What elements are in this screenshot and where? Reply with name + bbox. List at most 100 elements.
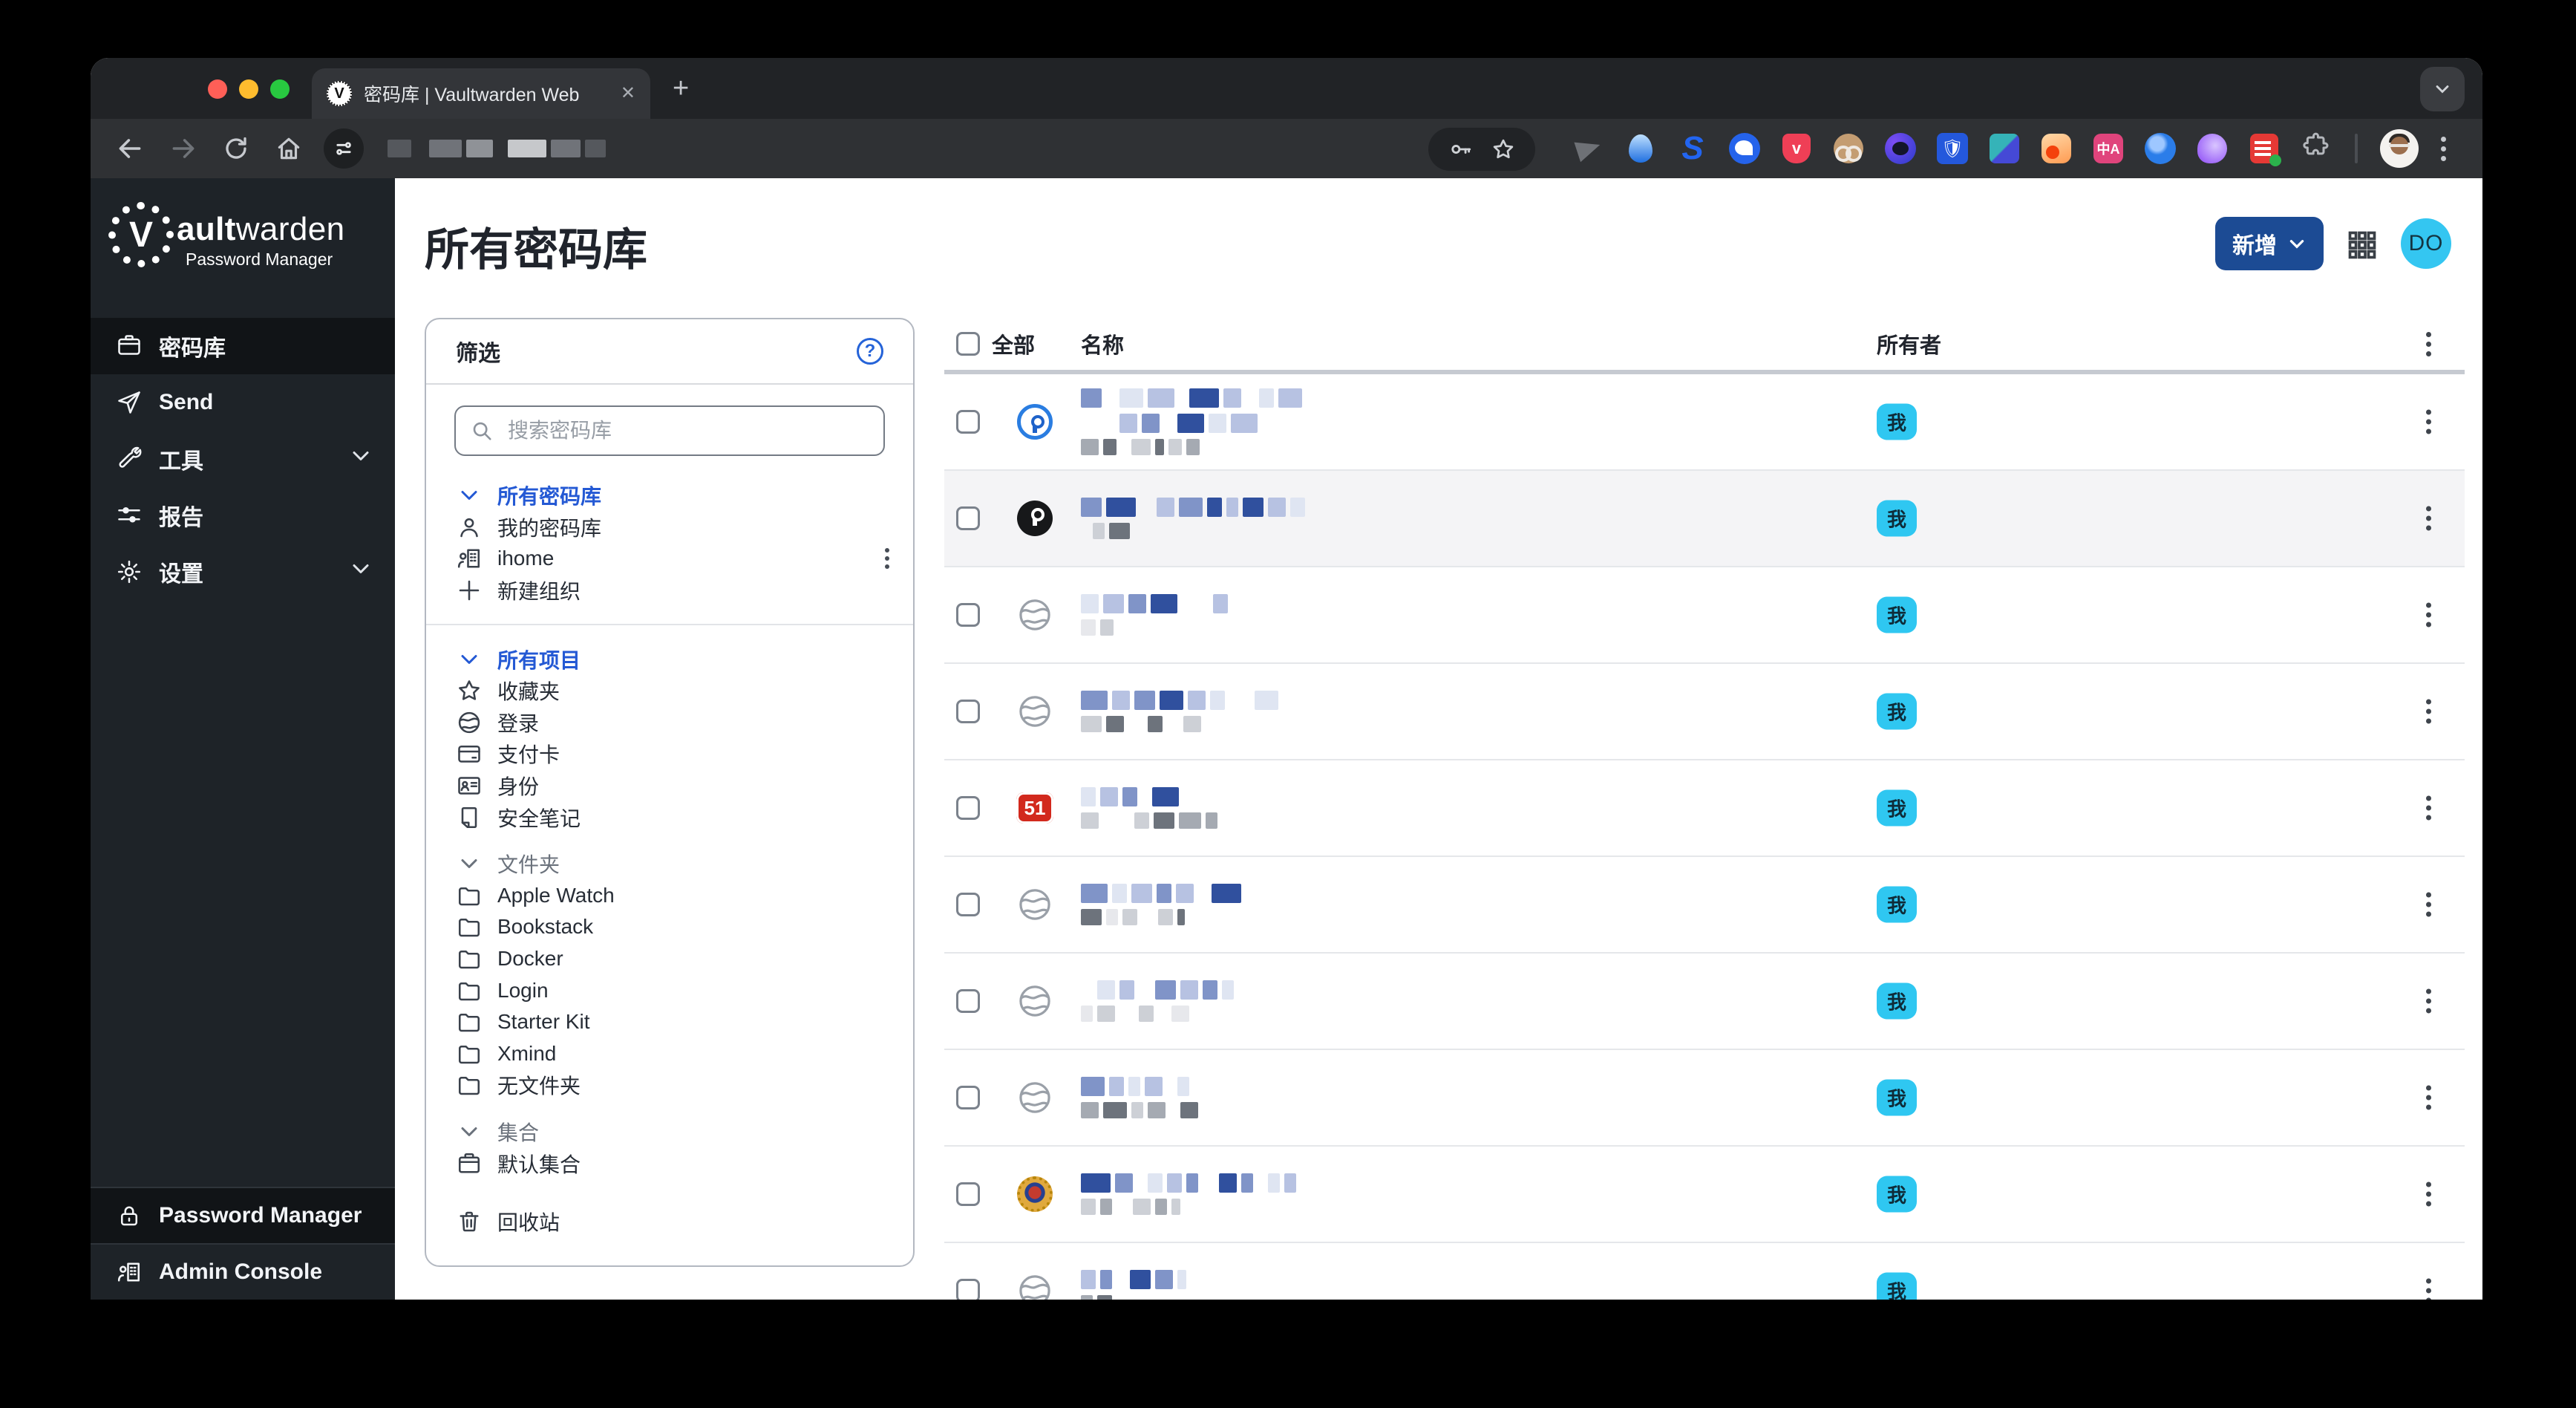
account-avatar[interactable]: DO (2401, 218, 2451, 269)
vault-item-row[interactable]: 我 (944, 471, 2465, 567)
purple-drop-icon[interactable] (2196, 132, 2229, 165)
bitwarden-shield-icon[interactable]: 🛡 (1936, 132, 1969, 165)
pocket-red-icon[interactable]: v (1780, 132, 1813, 165)
extensions-puzzle-icon[interactable] (2300, 132, 2333, 165)
header-options-button[interactable] (2426, 331, 2431, 356)
add-new-button[interactable]: 新增 (2215, 217, 2324, 270)
help-icon[interactable]: ? (857, 338, 883, 365)
vault-item-row[interactable]: 我 (944, 1243, 2465, 1300)
filter-group-header[interactable]: 所有密码库 (426, 480, 913, 512)
row-checkbox[interactable] (956, 796, 980, 820)
vault-item-row[interactable]: 我 (944, 374, 2465, 471)
filter-item-收藏夹[interactable]: 收藏夹 (426, 675, 913, 707)
filter-item-安全笔记[interactable]: 安全笔记 (426, 801, 913, 833)
filter-item-新建组织[interactable]: 新建组织 (426, 575, 913, 607)
vault-item-row[interactable]: 我 (944, 1147, 2465, 1243)
vault-item-row[interactable]: 我 (944, 567, 2465, 664)
row-options-button[interactable] (2426, 892, 2431, 917)
row-options-button[interactable] (2426, 988, 2431, 1014)
site-info-button[interactable] (324, 128, 364, 169)
filter-item-docker[interactable]: Docker (426, 943, 913, 975)
password-key-icon[interactable] (1448, 137, 1473, 162)
redacted-block (1170, 1102, 1176, 1118)
surfshark-s-icon[interactable]: S (1676, 130, 1709, 166)
row-options-button[interactable] (2426, 409, 2431, 434)
browser-profile-avatar[interactable] (2380, 129, 2419, 168)
row-options-button[interactable] (2426, 506, 2431, 531)
mail-arrows-icon[interactable] (1988, 132, 2021, 165)
filter-item-trash[interactable]: 回收站 (426, 1206, 913, 1238)
window-close-button[interactable] (208, 79, 227, 99)
filter-item-身份[interactable]: 身份 (426, 770, 913, 802)
filter-group-header[interactable]: 文件夹 (426, 848, 913, 880)
vault-item-row[interactable]: 我 (944, 1050, 2465, 1147)
home-button[interactable] (275, 134, 303, 163)
filter-item-starter-kit[interactable]: Starter Kit (426, 1006, 913, 1038)
filter-item-默认集合[interactable]: 默认集合 (426, 1147, 913, 1179)
filter-item-无文件夹[interactable]: 无文件夹 (426, 1069, 913, 1101)
sidebar-item-send[interactable]: Send (91, 374, 395, 431)
row-options-button[interactable] (2426, 795, 2431, 821)
blue-drop-icon[interactable] (1624, 132, 1657, 165)
vault-item-row[interactable]: 我 (944, 954, 2465, 1050)
tab-search-button[interactable] (2420, 67, 2465, 111)
row-checkbox[interactable] (956, 603, 980, 627)
window-minimize-button[interactable] (239, 79, 258, 99)
filter-group-header[interactable]: 所有项目 (426, 643, 913, 675)
dark-reader-icon[interactable] (1884, 132, 1917, 165)
row-options-button[interactable] (2426, 1182, 2431, 1207)
vault-item-row[interactable]: 我 (944, 664, 2465, 760)
blue-ring-icon[interactable] (2144, 132, 2177, 165)
vault-item-row[interactable]: 51 我 (944, 760, 2465, 857)
row-options-button[interactable] (2426, 602, 2431, 628)
address-bar-redacted-url[interactable] (388, 140, 606, 157)
eagle-blue-icon[interactable] (1728, 132, 1761, 165)
orange-reader-icon[interactable] (2040, 132, 2073, 165)
browser-menu-button[interactable] (2441, 136, 2446, 161)
sidebar-item-vault[interactable]: 密码库 (91, 318, 395, 374)
row-options-button[interactable] (2426, 1085, 2431, 1110)
face-avatar-icon[interactable] (1832, 132, 1865, 165)
item-options-button[interactable] (885, 548, 889, 570)
telegram-dim-icon[interactable] (1572, 132, 1605, 165)
filter-item-支付卡[interactable]: 支付卡 (426, 738, 913, 770)
forward-button[interactable] (169, 134, 197, 163)
sidebar-item-password-manager[interactable]: Password Manager (91, 1187, 395, 1243)
row-checkbox[interactable] (956, 893, 980, 916)
row-checkbox[interactable] (956, 506, 980, 530)
reload-button[interactable] (223, 135, 249, 162)
vault-search[interactable] (454, 405, 885, 456)
todo-red-icon[interactable] (2248, 132, 2281, 166)
filter-item-login[interactable]: Login (426, 974, 913, 1006)
tab-close-icon[interactable]: ✕ (621, 85, 635, 102)
vault-item-row[interactable]: 我 (944, 857, 2465, 954)
sidebar-item-sliders[interactable]: 报告 (91, 487, 395, 544)
back-button[interactable] (116, 134, 144, 163)
browser-tab[interactable]: V 密码库 | Vaultwarden Web ✕ (312, 68, 650, 119)
row-options-button[interactable] (2426, 1278, 2431, 1300)
row-checkbox[interactable] (956, 989, 980, 1013)
sidebar-item-admin-console[interactable]: Admin Console (91, 1243, 395, 1300)
translate-pink-icon[interactable]: 中A (2092, 132, 2125, 165)
bookmark-star-icon[interactable] (1491, 137, 1516, 162)
row-checkbox[interactable] (956, 410, 980, 434)
new-tab-button[interactable]: + (673, 74, 689, 102)
filter-item-我的密码库[interactable]: 我的密码库 (426, 512, 913, 544)
app-switcher-button[interactable] (2346, 229, 2379, 267)
sidebar-item-wrench[interactable]: 工具 (91, 431, 395, 487)
row-checkbox[interactable] (956, 1086, 980, 1109)
select-all-checkbox[interactable] (956, 332, 980, 356)
row-options-button[interactable] (2426, 699, 2431, 724)
filter-item-bookstack[interactable]: Bookstack (426, 911, 913, 943)
filter-item-登录[interactable]: 登录 (426, 707, 913, 739)
filter-item-xmind[interactable]: Xmind (426, 1038, 913, 1070)
sidebar-item-gear[interactable]: 设置 (91, 544, 395, 600)
search-input[interactable] (505, 417, 869, 444)
filter-item-apple-watch[interactable]: Apple Watch (426, 880, 913, 912)
row-checkbox[interactable] (956, 1279, 980, 1300)
filter-group-header[interactable]: 集合 (426, 1116, 913, 1148)
row-checkbox[interactable] (956, 1182, 980, 1206)
window-zoom-button[interactable] (270, 79, 290, 99)
row-checkbox[interactable] (956, 700, 980, 723)
filter-item-ihome[interactable]: ihome (426, 543, 913, 575)
